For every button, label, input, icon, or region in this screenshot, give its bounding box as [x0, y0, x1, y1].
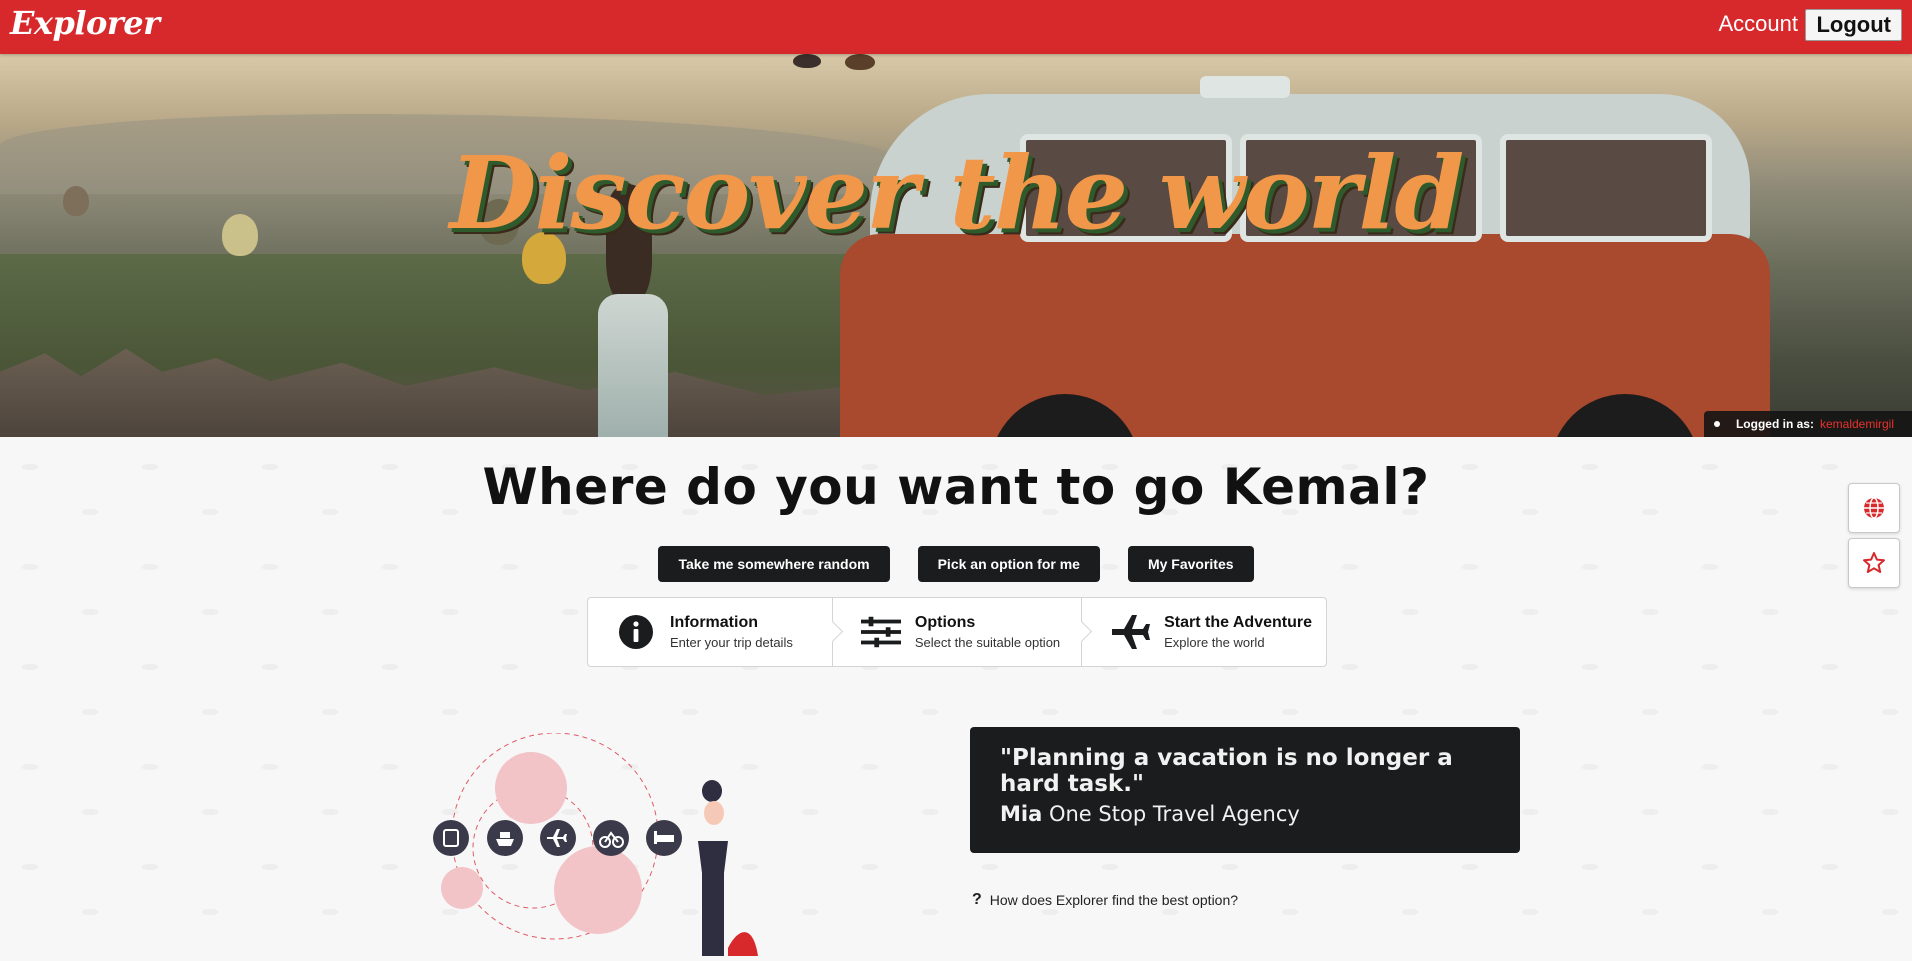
- star-icon: [1863, 552, 1885, 573]
- step-options[interactable]: Options Select the suitable option: [831, 598, 1081, 666]
- step-description: Explore the world: [1164, 635, 1265, 650]
- plane-icon: [540, 820, 576, 856]
- balloon-image: [845, 54, 875, 70]
- faq-link[interactable]: ? How does Explorer find the best option…: [972, 891, 1238, 909]
- plane-icon: [1110, 612, 1151, 652]
- step-information[interactable]: Information Enter your trip details: [588, 598, 832, 666]
- quote-author: Mia One Stop Travel Agency: [1000, 802, 1490, 826]
- login-status-badge: Logged in as: kemaldemirgil: [1703, 411, 1912, 437]
- pick-option-button[interactable]: Pick an option for me: [917, 546, 1100, 582]
- bed-icon: [646, 820, 682, 856]
- page-title: Where do you want to go Kemal?: [482, 458, 1430, 516]
- step-title: Options: [914, 614, 976, 631]
- bicycle-icon: [593, 820, 629, 856]
- step-description: Enter your trip details: [670, 635, 793, 650]
- info-circle-icon: [616, 612, 656, 652]
- faq-link-text[interactable]: How does Explorer find the best option?: [990, 892, 1238, 908]
- random-destination-button[interactable]: Take me somewhere random: [658, 546, 890, 582]
- login-label: Logged in as:: [1735, 417, 1814, 431]
- account-link[interactable]: Account: [1719, 11, 1799, 37]
- hero-title: Discover the world: [449, 134, 1465, 252]
- hero-banner: Discover the world Logged in as: kemalde…: [0, 54, 1912, 437]
- step-title: Start the Adventure: [1164, 614, 1312, 631]
- sliders-icon: [860, 612, 901, 652]
- question-mark-icon: ?: [972, 891, 982, 908]
- woman-figure: [698, 780, 758, 961]
- step-title: Information: [670, 614, 758, 631]
- author-org: One Stop Travel Agency: [1048, 801, 1300, 826]
- username[interactable]: kemaldemirgil: [1820, 417, 1894, 431]
- quote-text: "Planning a vacation is no longer a hard…: [1000, 745, 1453, 798]
- top-navbar: Explorer Account Logout: [0, 0, 1912, 54]
- balloon-image: [793, 54, 821, 68]
- status-dot-icon: [1713, 421, 1720, 427]
- globe-icon: [1864, 497, 1884, 519]
- explore-globe-button[interactable]: [1848, 483, 1900, 533]
- action-buttons: Take me somewhere random Pick an option …: [0, 546, 1912, 582]
- favorites-button[interactable]: My Favorites: [1127, 546, 1254, 582]
- ship-icon: [487, 820, 523, 856]
- favorites-star-button[interactable]: [1848, 538, 1900, 588]
- testimonial-quote: "Planning a vacation is no longer a hard…: [970, 727, 1520, 853]
- author-name: Mia: [1000, 801, 1043, 826]
- step-description: Select the suitable option: [914, 635, 1061, 650]
- step-start-adventure[interactable]: Start the Adventure Explore the world: [1081, 598, 1326, 666]
- steps-indicator: Information Enter your trip details Opti…: [587, 597, 1327, 667]
- travel-illustration: [428, 732, 768, 961]
- bus-icon: [433, 820, 469, 856]
- logout-button[interactable]: Logout: [1805, 9, 1902, 41]
- logo[interactable]: Explorer: [10, 4, 160, 42]
